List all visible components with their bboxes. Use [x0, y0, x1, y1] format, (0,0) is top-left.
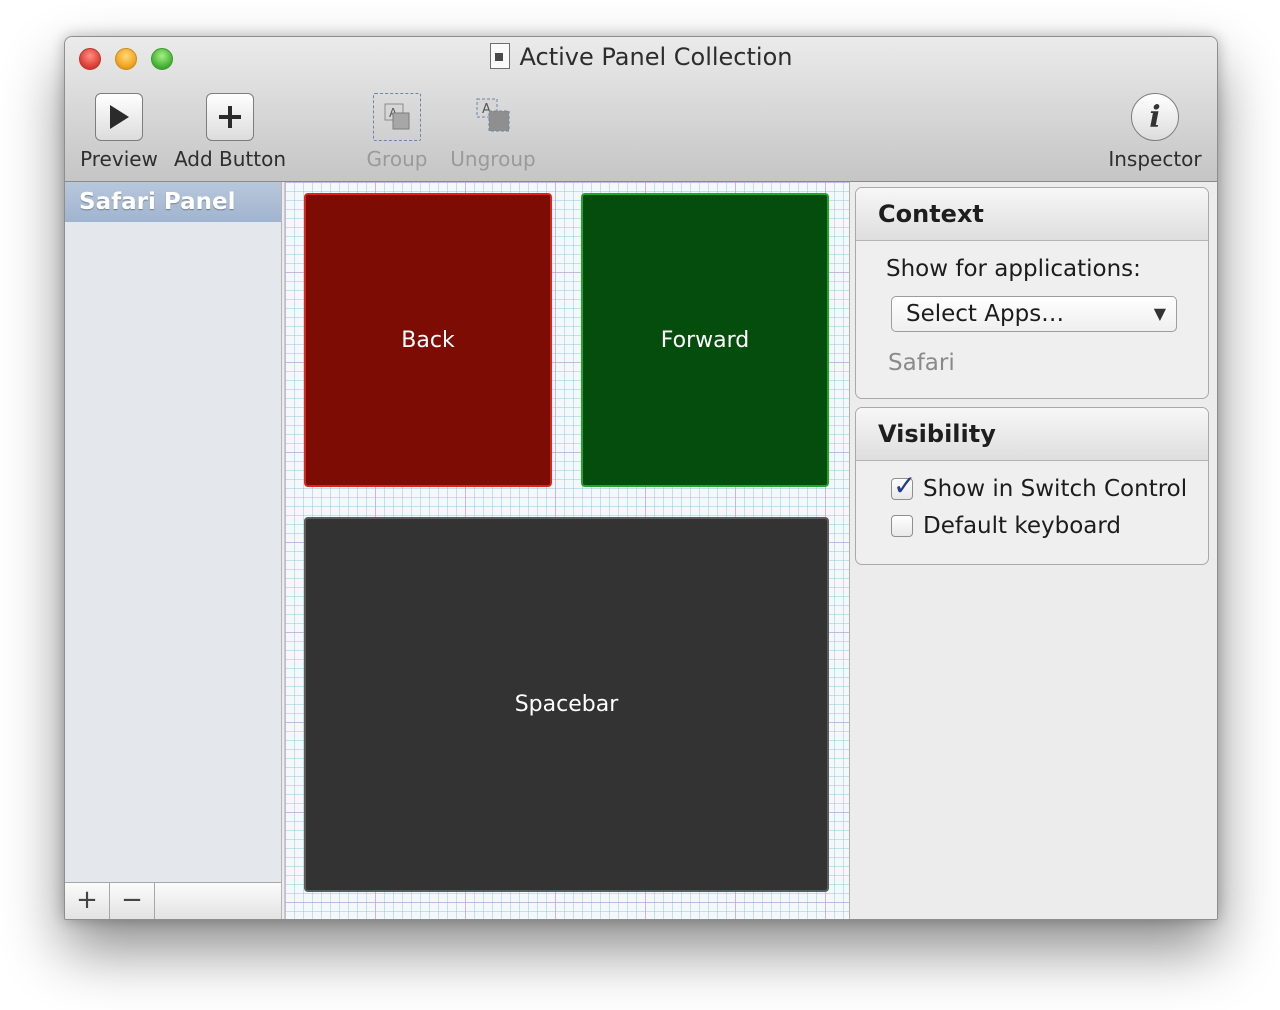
info-icon: i: [1131, 93, 1179, 141]
inspector-label: Inspector: [1108, 147, 1202, 171]
ungroup-icon: A: [469, 93, 517, 141]
preview-button[interactable]: Preview: [79, 93, 159, 171]
ungroup-label: Ungroup: [450, 147, 536, 171]
visibility-section: Visibility ✓ Show in Switch Control Defa…: [855, 407, 1209, 565]
panel-button-forward[interactable]: Forward: [581, 193, 829, 487]
document-icon: [489, 43, 510, 69]
add-button-label: Add Button: [173, 147, 287, 171]
select-apps-dropdown[interactable]: Select Apps… ▼: [891, 296, 1177, 332]
context-section: Context Show for applications: Select Ap…: [855, 187, 1209, 399]
panel-button-spacebar[interactable]: Spacebar: [304, 517, 829, 892]
default-keyboard-checkbox[interactable]: [891, 515, 913, 537]
inspector-pane: Context Show for applications: Select Ap…: [851, 182, 1217, 919]
plus-icon: +: [76, 885, 98, 915]
group-button[interactable]: A Group: [361, 93, 433, 171]
group-icon: A: [373, 93, 421, 141]
plus-icon: [206, 93, 254, 141]
panel-button-back[interactable]: Back: [304, 193, 552, 487]
checkbox-label: Show in Switch Control: [923, 476, 1188, 502]
show-in-switch-control-option[interactable]: ✓ Show in Switch Control: [891, 469, 1188, 504]
remove-panel-button[interactable]: −: [110, 883, 155, 919]
show-in-switch-control-checkbox[interactable]: ✓: [891, 469, 916, 502]
app-window: Active Panel Collection Preview Add Butt…: [64, 36, 1218, 920]
show-for-applications-label: Show for applications:: [886, 256, 1141, 282]
sidebar-item-safari-panel[interactable]: Safari Panel: [65, 182, 281, 222]
minus-icon: −: [121, 885, 143, 915]
context-heading: Context: [856, 188, 1208, 241]
app-list-item: Safari: [888, 350, 955, 376]
panel-button-label: Spacebar: [514, 692, 619, 717]
inspector-button[interactable]: i Inspector: [1105, 93, 1205, 171]
checkmark-icon: ✓: [893, 469, 917, 502]
window-title-text: Active Panel Collection: [519, 43, 793, 71]
checkbox-label: Default keyboard: [923, 513, 1122, 539]
panel-button-label: Forward: [660, 327, 750, 353]
dropdown-arrow-icon: ▼: [1153, 304, 1166, 323]
sidebar-actions-bar: + −: [65, 882, 282, 919]
select-apps-value: Select Apps…: [906, 301, 1065, 327]
group-label: Group: [366, 147, 428, 171]
add-button-button[interactable]: Add Button: [171, 93, 289, 171]
visibility-heading: Visibility: [856, 408, 1208, 461]
sidebar-item-label: Safari Panel: [79, 189, 236, 215]
titlebar-toolbar: Active Panel Collection Preview Add Butt…: [65, 37, 1217, 182]
preview-label: Preview: [80, 147, 158, 171]
add-panel-button[interactable]: +: [65, 883, 110, 919]
play-icon: [95, 93, 143, 141]
panel-list-sidebar: Safari Panel: [65, 182, 282, 882]
default-keyboard-option[interactable]: Default keyboard: [891, 511, 1121, 541]
panel-editor-canvas[interactable]: Back Forward Spacebar: [284, 182, 850, 919]
window-title: Active Panel Collection: [65, 43, 1217, 71]
panel-button-label: Back: [401, 327, 455, 353]
ungroup-button[interactable]: A Ungroup: [445, 93, 541, 171]
